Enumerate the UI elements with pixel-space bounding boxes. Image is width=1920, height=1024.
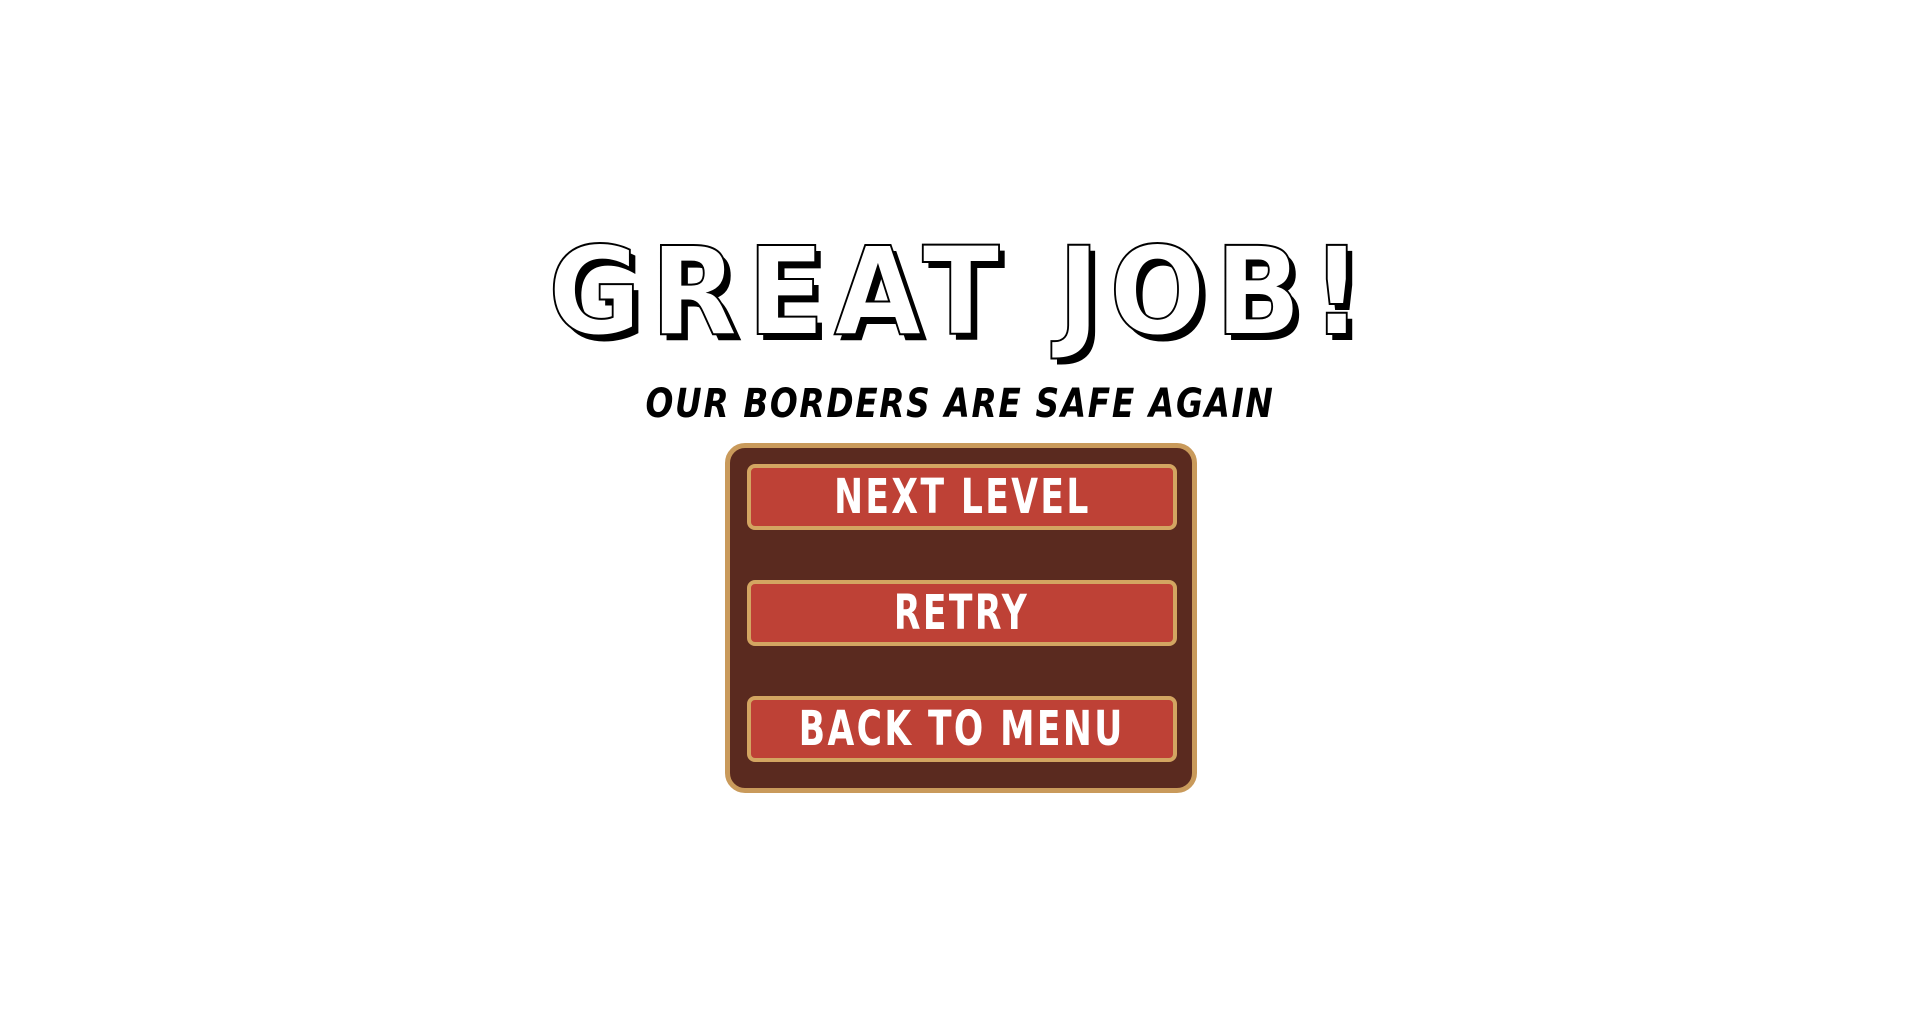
result-title: GREAT JOB!	[547, 221, 1372, 363]
menu-panel: NEXT LEVEL RETRY BACK TO MENU	[725, 443, 1197, 793]
next-level-label: NEXT LEVEL	[833, 469, 1091, 525]
retry-button[interactable]: RETRY	[747, 580, 1177, 646]
back-to-menu-button[interactable]: BACK TO MENU	[747, 696, 1177, 762]
retry-label: RETRY	[894, 585, 1030, 641]
back-to-menu-label: BACK TO MENU	[799, 701, 1125, 757]
next-level-button[interactable]: NEXT LEVEL	[747, 464, 1177, 530]
result-subtitle: OUR BORDERS ARE SAFE AGAIN	[645, 381, 1275, 427]
level-complete-screen: GREAT JOB! OUR BORDERS ARE SAFE AGAIN NE…	[0, 0, 1920, 1024]
